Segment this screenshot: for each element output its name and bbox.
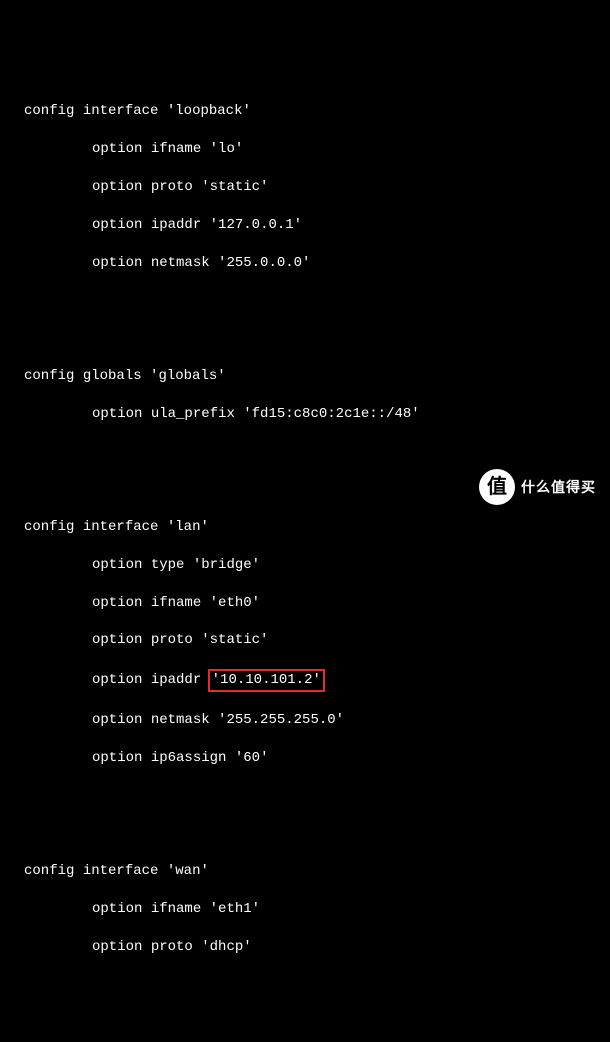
option-value: 'eth0' xyxy=(210,595,260,611)
section-type: globals xyxy=(83,368,142,384)
option-key: ifname xyxy=(151,901,201,917)
keyword-option: option xyxy=(92,712,142,728)
option-line: option netmask '255.255.255.0' xyxy=(24,711,610,730)
keyword-option: option xyxy=(92,141,142,157)
option-value: 'bridge' xyxy=(193,557,260,573)
keyword-option: option xyxy=(92,672,142,688)
option-key: proto xyxy=(151,632,193,648)
option-value: 'static' xyxy=(201,179,268,195)
keyword-option: option xyxy=(92,255,142,271)
blank-line xyxy=(24,975,610,994)
option-value: '127.0.0.1' xyxy=(210,217,302,233)
keyword-option: option xyxy=(92,557,142,573)
section-type: interface xyxy=(83,863,159,879)
section-type: interface xyxy=(83,103,159,119)
keyword-config: config xyxy=(24,519,74,535)
option-line: option proto 'static' xyxy=(24,178,610,197)
option-line: option proto 'dhcp' xyxy=(24,938,610,957)
option-line: option ipaddr '127.0.0.1' xyxy=(24,216,610,235)
option-line: option ip6assign '60' xyxy=(24,749,610,768)
keyword-option: option xyxy=(92,217,142,233)
option-line: option ula_prefix 'fd15:c8c0:2c1e::/48' xyxy=(24,405,610,424)
keyword-config: config xyxy=(24,863,74,879)
option-key: netmask xyxy=(151,255,210,271)
config-line: config globals 'globals' xyxy=(24,367,610,386)
option-value: 'lo' xyxy=(210,141,244,157)
option-key: ula_prefix xyxy=(151,406,235,422)
section-name: 'wan' xyxy=(167,863,209,879)
keyword-option: option xyxy=(92,750,142,766)
keyword-option: option xyxy=(92,632,142,648)
option-value-highlighted: '10.10.101.2' xyxy=(208,669,325,692)
blank-line xyxy=(24,787,610,806)
blank-line xyxy=(24,291,610,310)
option-key: type xyxy=(151,557,185,573)
keyword-option: option xyxy=(92,179,142,195)
section-type: interface xyxy=(83,519,159,535)
section-name: 'lan' xyxy=(167,519,209,535)
section-name: 'globals' xyxy=(150,368,226,384)
option-line: option type 'bridge' xyxy=(24,556,610,575)
option-key: ifname xyxy=(151,595,201,611)
option-value: 'eth1' xyxy=(210,901,260,917)
option-key: ifname xyxy=(151,141,201,157)
option-value: '255.0.0.0' xyxy=(218,255,310,271)
option-line: option ipaddr '10.10.101.2' xyxy=(24,669,610,692)
option-value: '255.255.255.0' xyxy=(218,712,344,728)
option-line: option proto 'static' xyxy=(24,631,610,650)
config-line: config interface 'wan' xyxy=(24,862,610,881)
keyword-config: config xyxy=(24,368,74,384)
option-key: proto xyxy=(151,939,193,955)
option-line: option ifname 'eth1' xyxy=(24,900,610,919)
option-value: '60' xyxy=(235,750,269,766)
watermark-badge-icon: 值 xyxy=(479,469,515,505)
keyword-option: option xyxy=(92,406,142,422)
option-key: ipaddr xyxy=(151,672,201,688)
option-line: option netmask '255.0.0.0' xyxy=(24,254,610,273)
blank-line xyxy=(24,442,610,461)
keyword-option: option xyxy=(92,595,142,611)
option-value: 'dhcp' xyxy=(201,939,251,955)
option-key: netmask xyxy=(151,712,210,728)
watermark-text: 什么值得买 xyxy=(521,478,596,497)
option-line: option ifname 'eth0' xyxy=(24,594,610,613)
keyword-option: option xyxy=(92,901,142,917)
section-name: 'loopback' xyxy=(167,103,251,119)
option-line: option ifname 'lo' xyxy=(24,140,610,159)
option-value: 'static' xyxy=(201,632,268,648)
option-key: ipaddr xyxy=(151,217,201,233)
option-value: 'fd15:c8c0:2c1e::/48' xyxy=(243,406,419,422)
option-key: ip6assign xyxy=(151,750,227,766)
watermark: 值 什么值得买 xyxy=(479,469,596,505)
keyword-config: config xyxy=(24,103,74,119)
keyword-option: option xyxy=(92,939,142,955)
config-line: config interface 'loopback' xyxy=(24,102,610,121)
option-key: proto xyxy=(151,179,193,195)
